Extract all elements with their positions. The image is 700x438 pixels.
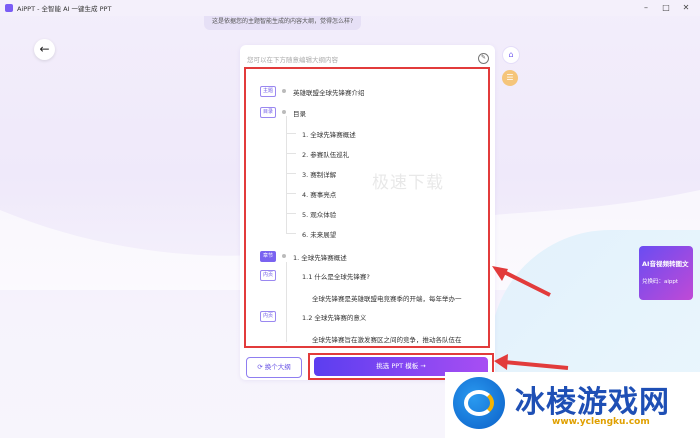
- outline-hint: 您可以在下方随意编辑大纲内容: [247, 56, 338, 64]
- brand-logo-icon: [453, 377, 505, 429]
- window-title: AiPPT - 全智能 AI 一键生成 PPT: [17, 5, 112, 13]
- promo-card[interactable]: AI音视频转图文 兑换码：aippt: [639, 246, 693, 300]
- chat-bubble: 这是依据您的主题智能生成的内容大纲，觉得怎么样?: [204, 16, 362, 30]
- title-bar: AiPPT - 全智能 AI 一键生成 PPT – □ ✕: [0, 0, 700, 16]
- brand-url: www.yclengku.com: [552, 417, 650, 427]
- promo-code: 兑换码：aippt: [642, 279, 679, 285]
- close-icon[interactable]: ✕: [680, 2, 692, 14]
- arrow-left-icon: ←: [39, 42, 50, 56]
- highlight-box-outline: [244, 67, 490, 348]
- red-arrows-annotation: [492, 266, 569, 370]
- switch-outline-label: 换个大纲: [264, 363, 291, 371]
- minimize-icon[interactable]: –: [640, 2, 652, 14]
- edit-icon[interactable]: ✎: [478, 53, 489, 64]
- back-button[interactable]: ←: [34, 39, 55, 60]
- promo-title: AI音视频转图文: [642, 260, 689, 268]
- arrow-left-icon: [494, 354, 569, 370]
- maximize-icon[interactable]: □: [660, 2, 672, 14]
- arrow-left-icon: [492, 266, 551, 297]
- app-logo-icon: [5, 4, 13, 12]
- switch-outline-button[interactable]: ⟳ 换个大纲: [246, 357, 302, 378]
- template-icon[interactable]: ⌂: [502, 46, 520, 64]
- brand-name: 冰棱游戏网: [515, 385, 670, 420]
- outline-icon[interactable]: ☰: [502, 70, 518, 86]
- refresh-icon: ⟳: [257, 363, 265, 371]
